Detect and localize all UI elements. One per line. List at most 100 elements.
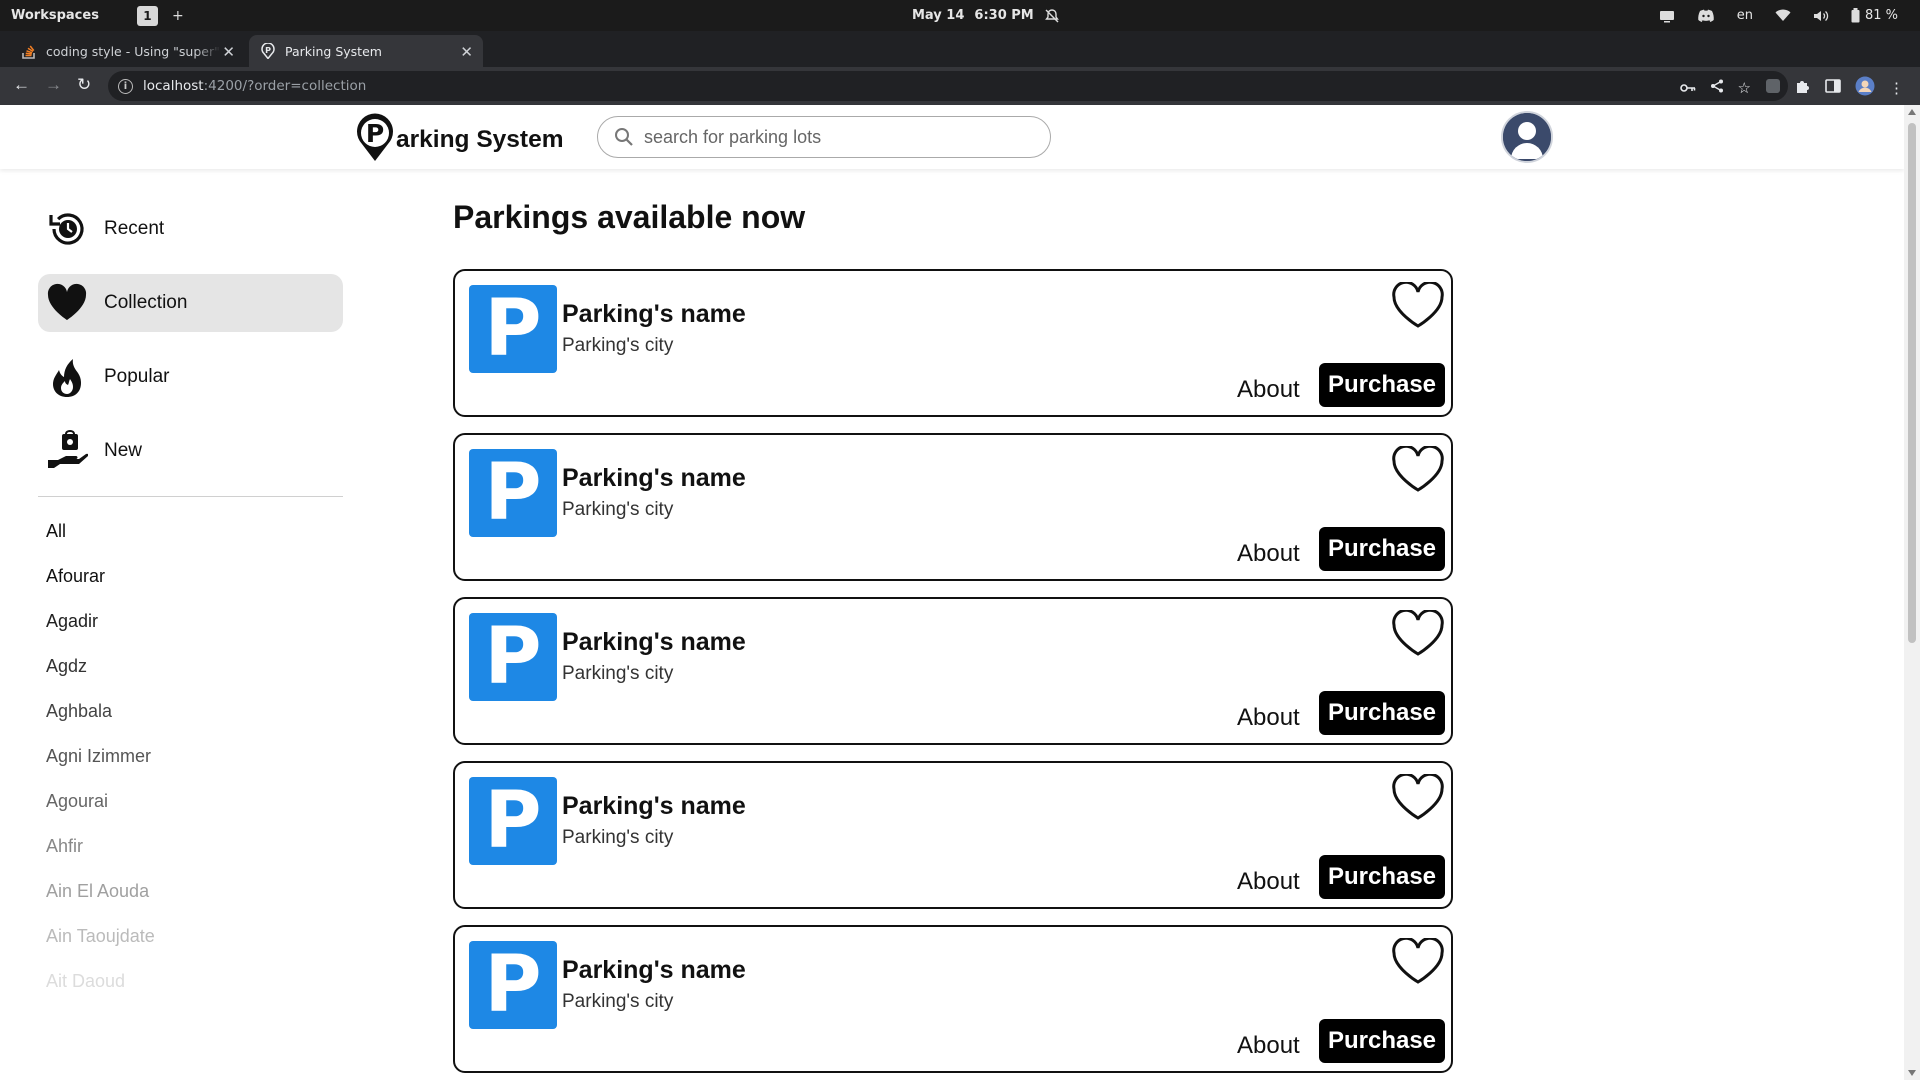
discord-icon[interactable] xyxy=(1697,9,1715,23)
workspaces-area: Workspaces 1 + xyxy=(11,0,184,31)
search-box[interactable] xyxy=(597,116,1051,158)
add-workspace-icon[interactable]: + xyxy=(172,8,184,24)
scroll-up-icon[interactable] xyxy=(1908,109,1916,115)
page-scrollbar[interactable] xyxy=(1904,105,1920,1080)
city-item-all[interactable]: All xyxy=(46,521,343,566)
profile-avatar-icon[interactable] xyxy=(1855,76,1875,100)
tab-stackoverflow[interactable]: coding style - Using "super" in ✕ xyxy=(8,35,245,67)
scrollbar-thumb[interactable] xyxy=(1908,123,1916,643)
wifi-icon[interactable] xyxy=(1775,9,1791,22)
site-info-icon[interactable]: i xyxy=(118,78,133,94)
address-bar[interactable]: i localhost:4200/?order=collection xyxy=(108,71,1788,101)
favorite-heart-icon[interactable] xyxy=(1391,938,1445,986)
sidebar-item-label: Collection xyxy=(104,292,188,313)
extension-grey-icon[interactable] xyxy=(1765,78,1781,98)
purchase-button[interactable]: Purchase xyxy=(1319,1019,1445,1063)
workspace-number[interactable]: 1 xyxy=(136,5,158,26)
search-input[interactable] xyxy=(644,126,1024,148)
sidebar-divider xyxy=(38,496,343,497)
bookmark-star-icon[interactable]: ☆ xyxy=(1738,79,1751,97)
parking-thumbnail: P xyxy=(469,284,557,374)
browser-toolbar: ← → ↻ i localhost:4200/?order=collection… xyxy=(0,67,1920,105)
parking-card: P Parking's name Parking's city About Pu… xyxy=(453,597,1453,745)
parking-card: P Parking's name Parking's city About Pu… xyxy=(453,269,1453,417)
sidebar-item-popular[interactable]: Popular xyxy=(38,348,343,406)
parking-thumbnail: P xyxy=(469,940,557,1030)
date-text: May 14 xyxy=(912,8,965,23)
favorite-heart-icon[interactable] xyxy=(1391,774,1445,822)
app-header: P arking System xyxy=(0,105,1904,169)
clock[interactable]: May 14 6:30 PM xyxy=(912,0,1060,31)
share-icon[interactable] xyxy=(1710,79,1724,97)
app-logo[interactable]: P arking System xyxy=(355,113,564,163)
parking-city: Parking's city xyxy=(562,991,674,1012)
gift-hand-icon xyxy=(48,430,88,468)
sidebar-item-recent[interactable]: Recent xyxy=(38,200,343,258)
favorite-heart-icon[interactable] xyxy=(1391,282,1445,330)
parking-city: Parking's city xyxy=(562,663,674,684)
history-icon xyxy=(49,213,84,245)
workspaces-label[interactable]: Workspaces xyxy=(11,8,99,23)
back-icon[interactable]: ← xyxy=(13,75,30,95)
about-button[interactable]: About xyxy=(1237,376,1300,404)
forward-icon[interactable]: → xyxy=(45,75,62,95)
purchase-button[interactable]: Purchase xyxy=(1319,691,1445,735)
search-icon xyxy=(615,128,633,146)
parking-thumbnail: P xyxy=(469,612,557,702)
scroll-down-icon[interactable] xyxy=(1908,1070,1916,1076)
city-item[interactable]: Ain Taoujdate xyxy=(46,926,343,971)
url-host: localhost xyxy=(143,78,204,94)
language-indicator[interactable]: en xyxy=(1737,8,1753,23)
tab-title: Parking System xyxy=(285,43,382,59)
about-button[interactable]: About xyxy=(1237,1032,1300,1060)
favorite-heart-icon[interactable] xyxy=(1391,446,1445,494)
parking-card: P Parking's name Parking's city About Pu… xyxy=(453,433,1453,581)
city-item[interactable]: Ahfir xyxy=(46,836,343,881)
city-item[interactable]: Aghbala xyxy=(46,701,343,746)
city-item[interactable]: Afourar xyxy=(46,566,343,611)
sidebar-item-collection[interactable]: Collection xyxy=(38,274,343,332)
sidebar-item-new[interactable]: New xyxy=(38,422,343,480)
about-button[interactable]: About xyxy=(1237,704,1300,732)
reload-icon[interactable]: ↻ xyxy=(77,75,91,95)
parking-name: Parking's name xyxy=(562,464,746,492)
city-item[interactable]: Agourai xyxy=(46,791,343,836)
about-button[interactable]: About xyxy=(1237,868,1300,896)
tab-parking-system[interactable]: P Parking System ✕ xyxy=(249,35,483,67)
battery-indicator[interactable]: 81 % xyxy=(1851,8,1898,23)
url-path: :4200/?order=collection xyxy=(203,78,367,94)
system-tray: en 81 % xyxy=(1659,0,1898,31)
favorite-heart-icon[interactable] xyxy=(1391,610,1445,658)
city-item[interactable]: Agdz xyxy=(46,656,343,701)
about-button[interactable]: About xyxy=(1237,540,1300,568)
browser-menu-icon[interactable]: ⋮ xyxy=(1889,79,1904,97)
sidebar-item-label: Popular xyxy=(104,366,170,387)
system-top-bar: Workspaces 1 + May 14 6:30 PM en 81 % xyxy=(0,0,1920,31)
screen-icon[interactable] xyxy=(1659,9,1675,23)
parking-thumbnail: P xyxy=(469,776,557,866)
purchase-button[interactable]: Purchase xyxy=(1319,527,1445,571)
side-panel-icon[interactable] xyxy=(1825,79,1841,97)
sidebar-item-label: New xyxy=(104,440,143,461)
volume-icon[interactable] xyxy=(1813,9,1829,23)
parking-thumbnail: P xyxy=(469,448,557,538)
parking-pin-logo-icon: P xyxy=(357,113,393,161)
notifications-off-icon[interactable] xyxy=(1044,8,1060,24)
city-item[interactable]: Agadir xyxy=(46,611,343,656)
close-tab-icon[interactable]: ✕ xyxy=(222,43,235,61)
parking-card: P Parking's name Parking's city About Pu… xyxy=(453,761,1453,909)
parking-city: Parking's city xyxy=(562,827,674,848)
purchase-button[interactable]: Purchase xyxy=(1319,855,1445,899)
password-key-icon[interactable] xyxy=(1679,80,1696,97)
extensions-puzzle-icon[interactable] xyxy=(1795,78,1811,98)
purchase-button[interactable]: Purchase xyxy=(1319,363,1445,407)
city-item[interactable]: Ait Daoud xyxy=(46,971,343,1016)
parking-city: Parking's city xyxy=(562,499,674,520)
close-tab-icon[interactable]: ✕ xyxy=(460,43,473,61)
app-title: arking System xyxy=(396,126,564,153)
city-item[interactable]: Agni Izimmer xyxy=(46,746,343,791)
sidebar-item-label: Recent xyxy=(104,218,165,239)
toolbar-actions: ☆ ⋮ xyxy=(1679,76,1904,100)
city-item[interactable]: Ain El Aouda xyxy=(46,881,343,926)
user-avatar[interactable] xyxy=(1501,111,1553,163)
